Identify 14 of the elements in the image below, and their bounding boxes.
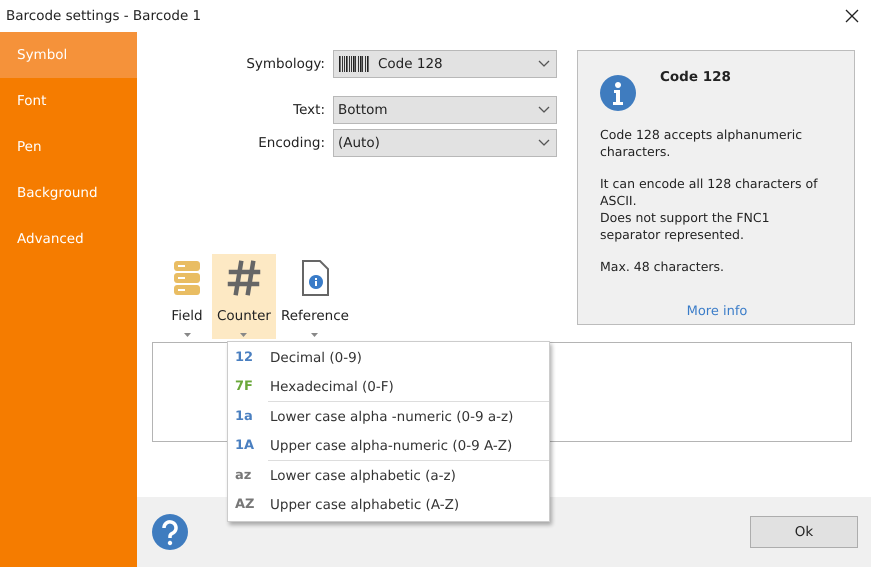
field-label: Symbology: [246, 56, 325, 72]
format-code-label: az [235, 468, 252, 483]
field-label: Encoding: [258, 135, 325, 151]
info-text: Max. 48 characters. [600, 258, 726, 275]
format-code-label: 1A [235, 438, 256, 453]
format-code-label: 12 [235, 350, 254, 365]
format-code-label: 1a [235, 409, 254, 424]
field-label: Text: [293, 102, 325, 118]
info-text: Code 128 accepts alphanumeric characters. [600, 126, 804, 160]
format-code-label: AZ [235, 497, 256, 512]
info-text: It can encode all 128 characters of ASCII. Does not support the FNC1 separator represented. [600, 175, 819, 243]
format-code-label: 7F [235, 379, 254, 394]
info-title: Code 128 [660, 69, 731, 85]
window-title: Barcode settings - Barcode 1 [6, 8, 202, 24]
